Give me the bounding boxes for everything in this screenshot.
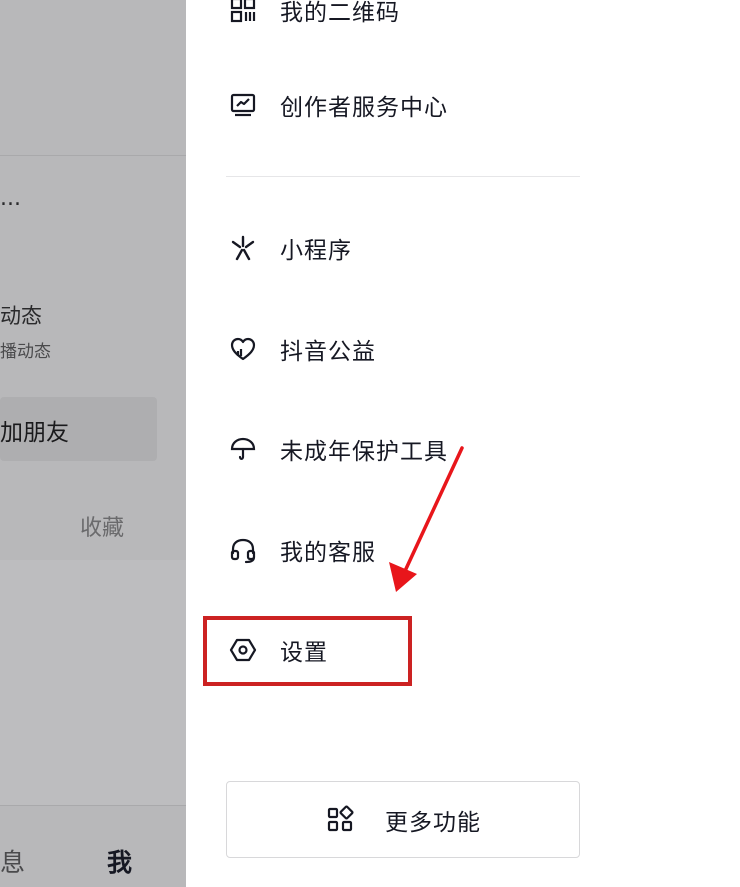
dimmed-profile-page[interactable]: ... 动态 播动态 加朋友 收藏 息 我 — [0, 0, 186, 887]
more-functions-button[interactable]: 更多功能 — [226, 781, 580, 858]
menu-item-creator-center[interactable]: 创作者服务中心 — [226, 75, 586, 135]
menu-label: 我的客服 — [280, 540, 376, 566]
umbrella-icon — [226, 432, 260, 466]
menu-divider — [226, 176, 580, 177]
add-friends-label: 加朋友 — [0, 420, 69, 446]
menu-label: 我的二维码 — [280, 0, 400, 26]
monitor-chart-icon — [226, 88, 260, 122]
truncated-username: ... — [0, 186, 21, 211]
menu-item-charity[interactable]: 抖音公益 — [226, 319, 586, 379]
bottom-nav-divider — [0, 805, 186, 806]
dynamic-label: 动态 — [0, 304, 42, 328]
menu-label: 小程序 — [280, 238, 352, 264]
dynamic-sub-label: 播动态 — [0, 342, 51, 362]
menu-label: 未成年保护工具 — [280, 439, 448, 465]
more-functions-label: 更多功能 — [385, 809, 481, 836]
charity-heart-icon — [226, 332, 260, 366]
menu-item-qr-code[interactable]: 我的二维码 — [226, 0, 586, 40]
bg-divider — [0, 155, 186, 156]
menu-label: 创作者服务中心 — [280, 95, 448, 121]
add-friends-button[interactable]: 加朋友 — [0, 397, 157, 461]
settings-highlight-box — [203, 616, 412, 686]
tab-favorites[interactable]: 收藏 — [80, 510, 124, 542]
nav-me[interactable]: 我 — [107, 843, 132, 879]
right-blank-area — [620, 0, 740, 887]
content-grid — [0, 560, 186, 805]
headset-icon — [226, 533, 260, 567]
menu-item-mini-programs[interactable]: 小程序 — [226, 218, 586, 278]
qr-code-icon — [226, 0, 260, 27]
mini-program-icon — [226, 231, 260, 265]
menu-item-minor-protection[interactable]: 未成年保护工具 — [226, 419, 586, 479]
nav-messages[interactable]: 息 — [0, 843, 25, 879]
grid-icon — [327, 804, 354, 831]
menu-item-customer-service[interactable]: 我的客服 — [226, 520, 586, 580]
menu-label: 抖音公益 — [280, 339, 376, 365]
